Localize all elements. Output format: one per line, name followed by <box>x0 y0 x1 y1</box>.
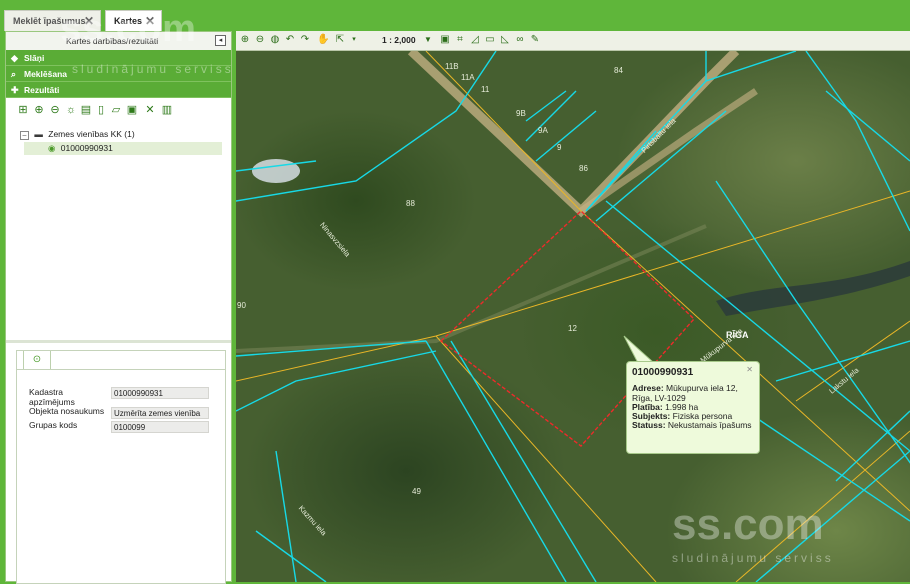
watermark-tagline: sludinājumu serviss <box>72 62 234 76</box>
draw-icon[interactable]: ◺ <box>499 34 511 46</box>
divider <box>17 369 225 370</box>
forward-icon[interactable]: ↷ <box>299 34 311 46</box>
bulb-icon[interactable]: ☼ <box>65 104 77 116</box>
comment-icon[interactable]: ▭ <box>484 34 496 46</box>
export-icon[interactable]: ▱ <box>110 104 122 116</box>
accordion-label: Rezultāti <box>24 85 60 95</box>
detail-value: 0100099 <box>111 421 209 433</box>
print-icon[interactable]: ▣ <box>126 104 138 116</box>
tree-item-label: 01000990931 <box>60 143 113 153</box>
collapse-icon[interactable]: ◂ <box>215 35 226 46</box>
folder-icon: ▬ <box>34 129 43 139</box>
splitter[interactable] <box>6 340 231 343</box>
parcel-label: 90 <box>237 301 246 310</box>
select-all-icon[interactable]: ⊞ <box>17 104 29 116</box>
scale-dropdown-icon[interactable]: ▼ <box>422 34 434 46</box>
river <box>716 261 910 316</box>
parcel-label: 11 <box>481 85 490 94</box>
close-icon[interactable]: ✕ <box>144 104 156 116</box>
parcel-label: 11A <box>461 73 475 82</box>
parcel-label: 11B <box>445 62 459 71</box>
zoom-in-icon[interactable]: ⊕ <box>33 104 45 116</box>
scale-value: 1 : 2,000 <box>382 35 416 45</box>
popup-status-label: Statuss: <box>632 420 666 430</box>
map-toolbar: ⊕ ⊖ ◍ ↶ ↷ ✋ ⇱ ▾ 1 : 2,000 ▼ ▣ ⌗ ◿ ▭ ◺ ∞ … <box>236 31 910 51</box>
road <box>579 88 758 214</box>
popup-address: Adrese: Mūkupurva iela 12, Rīga, LV-1029 <box>632 383 754 403</box>
zoom-out-icon[interactable]: ⊖ <box>49 104 61 116</box>
detail-value: Uzmērīta zemes vienība <box>111 407 209 419</box>
watermark-tagline: sludinājumu serviss <box>672 551 834 565</box>
dropdown-icon[interactable]: ▾ <box>348 34 360 46</box>
pan-icon[interactable]: ✋ <box>317 34 329 46</box>
results-tree: – ▬ Zemes vienības KK (1) ◉ 01000990931 <box>6 124 231 344</box>
parcel-label: 49 <box>412 487 421 496</box>
parcel-label: 12 <box>568 324 577 333</box>
zoom-out-icon[interactable]: ⊖ <box>254 34 266 46</box>
detail-panel: ⊙ Kadastra apzīmējums 01000990931 Objekt… <box>16 350 226 584</box>
popup-address-label: Adrese: <box>632 383 664 393</box>
close-icon[interactable]: ✕ <box>746 365 753 374</box>
detail-label: Grupas kods <box>29 420 78 430</box>
link-icon[interactable]: ∞ <box>514 34 526 46</box>
tree-item[interactable]: ◉ 01000990931 <box>24 142 222 155</box>
document-icon[interactable]: ▯ <box>95 104 107 116</box>
globe-icon[interactable]: ◍ <box>269 34 281 46</box>
parcel-label: 9B <box>516 109 526 118</box>
detail-label: Kadastra apzīmējums <box>29 387 75 407</box>
parcel-label: 9A <box>538 126 548 135</box>
parcel-label: 9 <box>557 143 562 152</box>
info-tab[interactable]: ⊙ <box>23 351 51 369</box>
parcel-icon: ◉ <box>48 143 56 153</box>
layers-icon: ◆ <box>11 53 18 63</box>
tree-group[interactable]: – ▬ Zemes vienības KK (1) <box>20 128 135 141</box>
print-icon[interactable]: ▣ <box>439 34 451 46</box>
parcel-label: 88 <box>406 199 415 208</box>
boundary-line <box>795 320 910 402</box>
back-icon[interactable]: ↶ <box>284 34 296 46</box>
detail-label: Objekta nosaukums <box>29 406 105 416</box>
measure-icon[interactable]: ⌗ <box>454 34 466 46</box>
parcel-popup: 01000990931 ✕ Adrese: Mūkupurva iela 12,… <box>626 361 760 454</box>
left-panel: Kartes darbības/rezultāti ◂ ◆ Slāņi ⌕ Me… <box>5 31 232 584</box>
popup-pointer <box>623 335 656 364</box>
accordion-results[interactable]: ✚ Rezultāti <box>6 82 231 98</box>
select-icon[interactable]: ⇱ <box>334 34 346 46</box>
accordion-label: Slāņi <box>24 53 45 63</box>
popup-status-value: Nekustamais īpašums <box>667 420 752 430</box>
zoom-in-icon[interactable]: ⊕ <box>239 34 251 46</box>
boundary-line <box>435 335 657 582</box>
road <box>236 224 707 353</box>
pin-icon[interactable]: ✎ <box>529 34 541 46</box>
polygon-icon[interactable]: ◿ <box>469 34 481 46</box>
parcel-label: 84 <box>614 66 623 75</box>
accordion-label: Meklēšana <box>24 69 67 79</box>
popup-status: Statuss: Nekustamais īpašums <box>632 420 754 431</box>
info-icon: ⊙ <box>32 354 42 365</box>
watermark: ss.com <box>60 8 197 50</box>
parcel-label: 86 <box>579 164 588 173</box>
results-toolbar: ⊞ ⊕ ⊖ ☼ ▤ ▯ ▱ ▣ ✕ ▥ <box>6 100 231 120</box>
folder-icon[interactable]: ▤ <box>80 104 92 116</box>
detail-value: 01000990931 <box>111 387 209 399</box>
pond <box>252 159 300 183</box>
watermark: ss.com <box>672 500 824 549</box>
popup-title: 01000990931 <box>632 367 694 378</box>
delete-icon[interactable]: ▥ <box>161 104 173 116</box>
pin-icon: ✚ <box>11 85 19 95</box>
expand-icon[interactable]: – <box>20 131 29 140</box>
tree-group-label: Zemes vienības KK (1) <box>48 129 135 139</box>
road <box>407 51 740 218</box>
search-icon: ⌕ <box>11 69 17 79</box>
